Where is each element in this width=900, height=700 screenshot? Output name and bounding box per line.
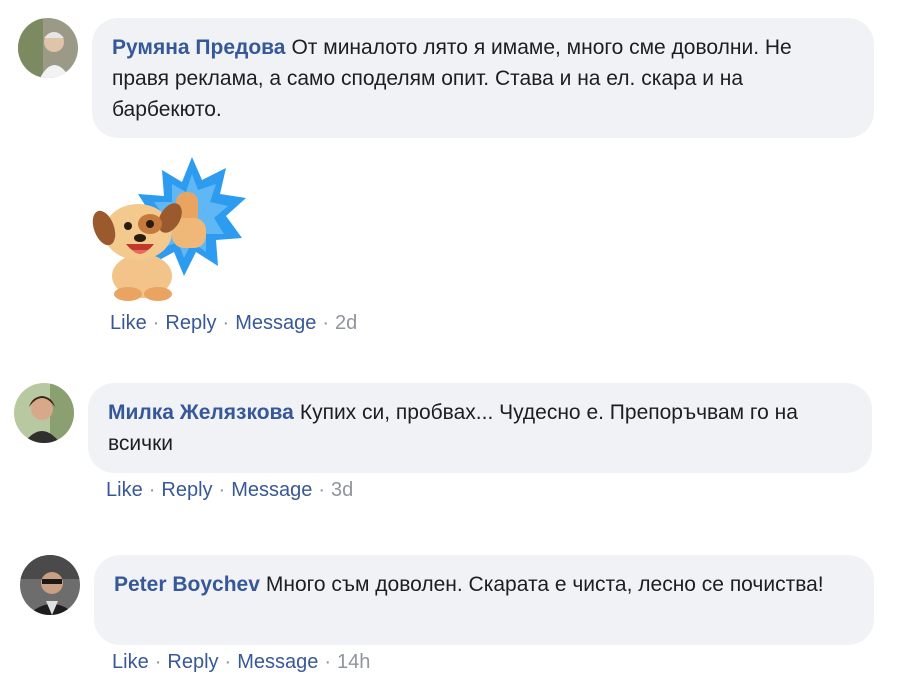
- separator-dot: ·: [218, 479, 226, 501]
- comment-bubble: Peter Boychev Много съм доволен. Скарата …: [94, 555, 874, 645]
- reply-link[interactable]: Reply: [161, 479, 212, 501]
- comment-timestamp[interactable]: 14h: [337, 651, 370, 673]
- comment-actions: Like · Reply · Message · 3d: [106, 479, 353, 502]
- separator-dot: ·: [148, 479, 156, 501]
- comment-timestamp[interactable]: 2d: [335, 312, 357, 334]
- message-link[interactable]: Message: [235, 312, 316, 334]
- separator-dot: ·: [222, 312, 230, 334]
- separator-dot: ·: [322, 312, 330, 334]
- comments-thread: Румяна Предова От миналото лято я имаме, …: [0, 0, 900, 700]
- comment-timestamp[interactable]: 3d: [331, 479, 353, 501]
- separator-dot: ·: [154, 651, 162, 673]
- message-link[interactable]: Message: [237, 651, 318, 673]
- comment-author[interactable]: Peter Boychev: [114, 573, 260, 596]
- separator-dot: ·: [224, 651, 232, 673]
- avatar[interactable]: [18, 18, 78, 78]
- comment-bubble: Румяна Предова От миналото лято я имаме, …: [92, 18, 874, 138]
- like-link[interactable]: Like: [110, 312, 147, 334]
- comment-author[interactable]: Румяна Предова: [112, 36, 285, 59]
- comment-text: Много съм доволен. Скарата е чиста, лесн…: [265, 573, 824, 596]
- reply-link[interactable]: Reply: [165, 312, 216, 334]
- separator-dot: ·: [318, 479, 326, 501]
- comment-actions: Like · Reply · Message · 2d: [110, 312, 357, 335]
- reply-link[interactable]: Reply: [167, 651, 218, 673]
- like-link[interactable]: Like: [112, 651, 149, 673]
- avatar[interactable]: [14, 383, 74, 443]
- like-link[interactable]: Like: [106, 479, 143, 501]
- comment-actions: Like · Reply · Message · 14h: [112, 651, 370, 674]
- comment-bubble: Милка Желязкова Купих си, пробвах... Чуде…: [88, 383, 872, 473]
- thumbs-up-puppy-sticker: [92, 152, 252, 302]
- separator-dot: ·: [152, 312, 160, 334]
- comment-author[interactable]: Милка Желязкова: [108, 401, 294, 424]
- message-link[interactable]: Message: [231, 479, 312, 501]
- avatar[interactable]: [20, 555, 80, 615]
- separator-dot: ·: [324, 651, 332, 673]
